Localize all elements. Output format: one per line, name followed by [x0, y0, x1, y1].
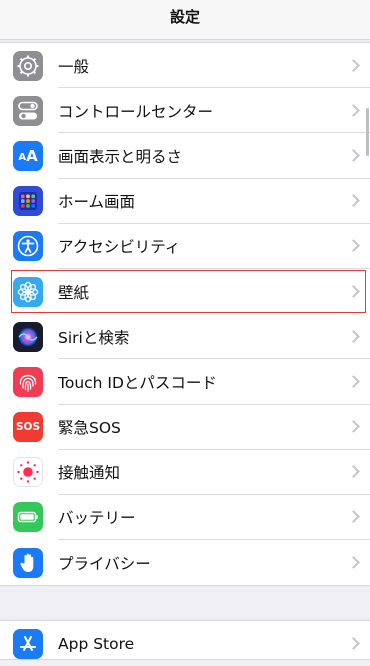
settings-list: 一般 コントロールセンター AA 画面表示と明るさ — [0, 42, 370, 586]
settings-item-battery[interactable]: バッテリー — [0, 495, 370, 540]
chevron-right-icon — [347, 285, 360, 298]
sos-icon: SOS — [13, 412, 43, 442]
settings-item-label: 壁紙 — [58, 281, 89, 303]
gear-icon — [13, 51, 43, 81]
settings-item-label: 緊急SOS — [58, 416, 121, 438]
settings-item-control-center[interactable]: コントロールセンター — [0, 88, 370, 133]
sos-icon-text: SOS — [16, 421, 40, 433]
settings-item-touch-id-passcode[interactable]: Touch IDとパスコード — [0, 359, 370, 404]
settings-item-label: アクセシビリティ — [58, 235, 180, 257]
settings-item-label: ホーム画面 — [58, 190, 135, 212]
settings-item-display-brightness[interactable]: AA 画面表示と明るさ — [0, 133, 370, 178]
settings-item-label: 接触通知 — [58, 461, 120, 483]
settings-item-emergency-sos[interactable]: SOS 緊急SOS — [0, 405, 370, 450]
settings-item-app-store[interactable]: App Store — [0, 621, 370, 666]
settings-item-label: 一般 — [58, 55, 89, 77]
settings-item-general[interactable]: 一般 — [0, 43, 370, 88]
chevron-right-icon — [347, 637, 360, 650]
chevron-right-icon — [347, 556, 360, 569]
app-grid-icon — [13, 186, 43, 216]
chevron-right-icon — [347, 465, 360, 478]
settings-item-label: Touch IDとパスコード — [58, 371, 217, 393]
settings-item-label: App Store — [58, 635, 134, 653]
navigation-bar: 設定 — [0, 0, 370, 40]
chevron-right-icon — [347, 149, 360, 162]
settings-item-privacy[interactable]: プライバシー — [0, 540, 370, 585]
chevron-right-icon — [347, 104, 360, 117]
toggle-switches-icon — [13, 96, 43, 126]
settings-item-label: Siriと検索 — [58, 326, 129, 348]
text-size-icon: AA — [13, 141, 43, 171]
settings-item-accessibility[interactable]: アクセシビリティ — [0, 224, 370, 269]
settings-item-siri-search[interactable]: Siriと検索 — [0, 314, 370, 359]
chevron-right-icon — [347, 194, 360, 207]
battery-icon — [13, 502, 43, 532]
chevron-right-icon — [347, 375, 360, 388]
chevron-right-icon — [347, 59, 360, 72]
page-title: 設定 — [170, 6, 200, 27]
settings-item-label: 画面表示と明るさ — [58, 145, 182, 167]
chevron-right-icon — [347, 239, 360, 252]
raised-hand-icon — [13, 548, 43, 578]
siri-orb-icon — [13, 322, 43, 352]
settings-item-exposure-notification[interactable]: 接触通知 — [0, 450, 370, 495]
flower-icon — [13, 277, 43, 307]
accessibility-person-icon — [13, 231, 43, 261]
chevron-right-icon — [347, 420, 360, 433]
chevron-right-icon — [347, 330, 360, 343]
settings-item-home-screen[interactable]: ホーム画面 — [0, 179, 370, 224]
settings-item-label: コントロールセンター — [58, 100, 213, 122]
scroll-indicator[interactable] — [366, 108, 369, 156]
exposure-dots-icon — [13, 457, 43, 487]
settings-item-label: プライバシー — [58, 552, 151, 574]
chevron-right-icon — [347, 511, 360, 524]
app-store-icon — [13, 629, 43, 659]
settings-item-label: バッテリー — [58, 506, 136, 528]
fingerprint-icon — [13, 367, 43, 397]
store-settings-group: App Store — [0, 620, 370, 660]
settings-item-wallpaper[interactable]: 壁紙 — [10, 269, 367, 314]
